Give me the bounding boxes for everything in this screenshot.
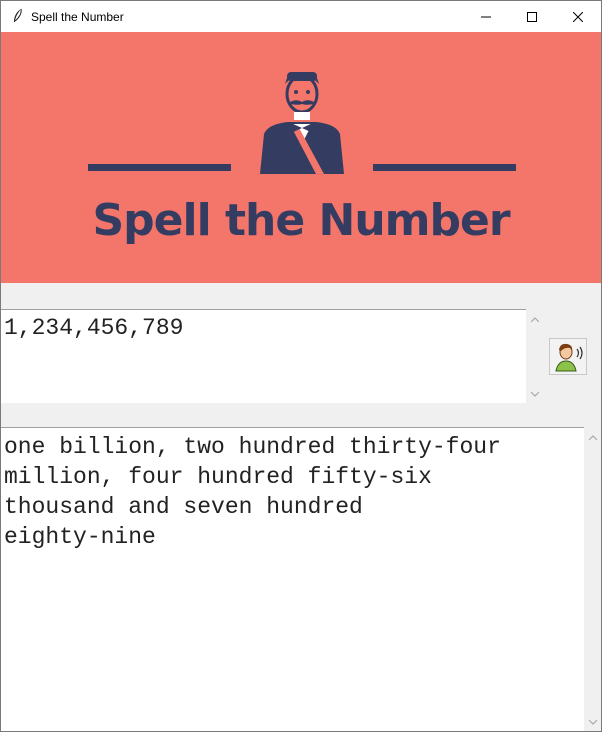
minimize-button[interactable]: [463, 1, 509, 32]
chevron-down-icon: [588, 719, 597, 725]
close-button[interactable]: [555, 1, 601, 32]
number-input-value: 1,234,456,789: [4, 315, 184, 341]
number-input[interactable]: 1,234,456,789: [1, 309, 526, 403]
window-title: Spell the Number: [31, 10, 124, 24]
chevron-up-icon: [588, 434, 597, 440]
maximize-button[interactable]: [509, 1, 555, 32]
header-banner: Spell the Number: [1, 32, 601, 283]
minimize-icon: [481, 16, 491, 17]
maximize-icon: [527, 11, 537, 22]
scroll-up-arrow[interactable]: [584, 430, 601, 444]
close-icon: [573, 11, 583, 22]
chevron-up-icon: [530, 316, 539, 322]
scroll-down-arrow[interactable]: [526, 387, 543, 401]
title-bar: Spell the Number: [1, 1, 601, 32]
spelled-output[interactable]: one billion, two hundred thirty-four mil…: [1, 427, 584, 731]
speaking-person-icon: [555, 343, 583, 372]
scroll-up-arrow[interactable]: [526, 312, 543, 326]
spelled-output-text: one billion, two hundred thirty-four mil…: [4, 434, 501, 550]
output-scrollbar[interactable]: [584, 427, 601, 731]
speak-button[interactable]: [549, 338, 587, 375]
app-title: Spell the Number: [92, 195, 510, 246]
chevron-down-icon: [530, 391, 539, 397]
scroll-down-arrow[interactable]: [584, 715, 601, 729]
gentleman-logo: [88, 72, 516, 174]
feather-icon: [14, 8, 22, 22]
app-window: Spell the Number Spell the Number 1,234,…: [0, 0, 602, 732]
input-scrollbar[interactable]: [526, 309, 543, 403]
